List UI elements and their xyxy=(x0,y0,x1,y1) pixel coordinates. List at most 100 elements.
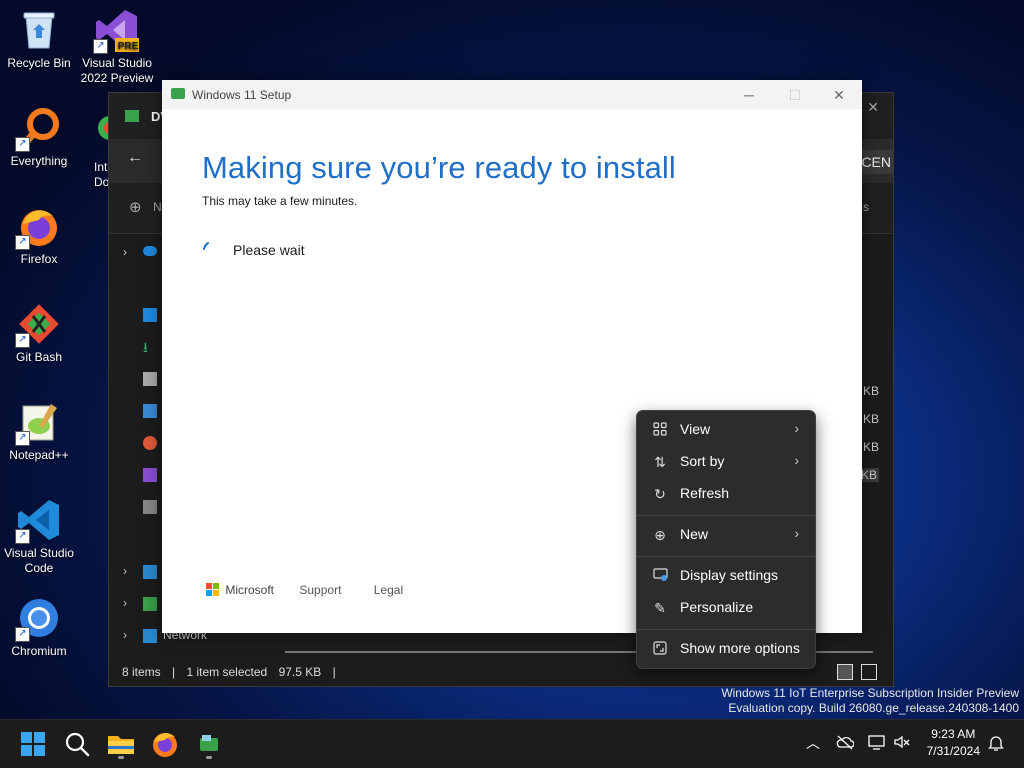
selection-count: 1 item selected xyxy=(186,665,268,679)
search-button[interactable] xyxy=(61,728,93,760)
desktop-icon-label: Chromium xyxy=(11,644,67,658)
taskbar-file-explorer[interactable] xyxy=(105,728,137,760)
sort-icon: ⇅ xyxy=(654,454,666,470)
menu-item-personalize[interactable]: ✎ Personalize xyxy=(641,593,811,623)
expand-chevron-icon[interactable]: › xyxy=(123,596,127,610)
desktop-icon-label: Recycle Bin xyxy=(7,56,71,70)
desktop-icon-recycle-bin[interactable]: Recycle Bin xyxy=(0,8,78,71)
close-icon[interactable]: ✕ xyxy=(867,99,879,116)
everything-icon: ↗ xyxy=(15,106,61,152)
chevron-right-icon: › xyxy=(794,452,799,468)
new-button-label[interactable]: N xyxy=(153,200,162,214)
expand-icon xyxy=(652,641,668,657)
expand-chevron-icon[interactable]: › xyxy=(123,628,127,642)
this-pc-icon[interactable] xyxy=(143,565,157,579)
taskbar-setup[interactable] xyxy=(193,728,225,760)
desktop-icon-chromium[interactable]: ↗ Chromium xyxy=(0,596,78,659)
network-icon[interactable] xyxy=(143,629,157,643)
videos-icon[interactable] xyxy=(143,468,157,482)
documents-icon[interactable] xyxy=(143,372,157,386)
tiles-view-icon[interactable] xyxy=(861,664,877,680)
taskbar-clock[interactable]: 9:23 AM 7/31/2024 xyxy=(927,726,980,760)
firefox-icon xyxy=(153,733,177,757)
maximize-icon[interactable]: ☐ xyxy=(780,84,810,106)
menu-item-display-settings[interactable]: Display settings xyxy=(641,561,811,591)
file-size: KB xyxy=(862,440,879,454)
menu-item-show-more-options[interactable]: Show more options xyxy=(641,634,811,664)
search-icon xyxy=(65,732,90,757)
dvd-drive-icon[interactable] xyxy=(143,597,157,611)
menu-separator xyxy=(637,629,815,630)
menu-item-label: Show more options xyxy=(680,640,800,656)
legal-link[interactable]: Legal xyxy=(374,583,403,597)
notification-bell-icon[interactable] xyxy=(988,734,1004,752)
setup-subtitle: This may take a few minutes. xyxy=(202,194,358,208)
start-icon xyxy=(21,732,45,756)
music-icon[interactable] xyxy=(143,436,157,450)
git-bash-icon: ↗ xyxy=(15,302,61,348)
notepadpp-icon: ↗ xyxy=(15,400,61,446)
file-size: KB xyxy=(862,384,879,398)
start-button[interactable] xyxy=(17,728,49,760)
shortcut-arrow-icon: ↗ xyxy=(93,39,108,54)
desktop-icon-label: Firefox xyxy=(20,252,58,266)
item-count: 8 items xyxy=(122,665,161,679)
support-link[interactable]: Support xyxy=(299,583,341,597)
taskbar-firefox[interactable] xyxy=(149,728,181,760)
shortcut-arrow-icon: ↗ xyxy=(15,235,30,250)
setup-window-title: Windows 11 Setup xyxy=(192,88,292,102)
plus-circle-icon: ⊕ xyxy=(654,527,666,543)
desktop-icon-firefox[interactable]: ↗ Firefox xyxy=(0,204,78,267)
menu-item-refresh[interactable]: ↻ Refresh xyxy=(641,479,811,509)
shortcut-arrow-icon: ↗ xyxy=(15,333,30,348)
setup-heading: Making sure you’re ready to install xyxy=(202,150,676,185)
menu-item-new[interactable]: ⊕ New › xyxy=(641,520,811,550)
menu-item-sort-by[interactable]: ⇅ Sort by › xyxy=(641,447,811,477)
recycle-bin-small-icon[interactable] xyxy=(143,500,157,514)
svg-text:PRE: PRE xyxy=(118,41,139,52)
menu-item-label: Personalize xyxy=(680,599,754,615)
volume-muted-icon[interactable] xyxy=(893,734,911,750)
new-plus-icon[interactable]: ⊕ xyxy=(129,198,142,216)
menu-item-label: Refresh xyxy=(680,485,730,501)
desktop-folder-icon[interactable] xyxy=(143,308,157,322)
desktop-icon-vscode[interactable]: ↗ Visual Studio Code xyxy=(0,498,78,576)
running-indicator xyxy=(118,756,124,759)
see-more-label[interactable]: s xyxy=(863,200,869,214)
desktop-context-menu: View › ⇅ Sort by › ↻ Refresh ⊕ New › Dis… xyxy=(636,410,816,669)
refresh-icon: ↻ xyxy=(654,486,666,502)
clock-date: 7/31/2024 xyxy=(926,744,980,758)
pictures-icon[interactable] xyxy=(143,404,157,418)
menu-item-label: New xyxy=(680,526,709,542)
back-arrow-icon[interactable]: ← xyxy=(127,149,143,167)
menu-item-view[interactable]: View › xyxy=(641,415,811,445)
chevron-up-icon[interactable]: ︿ xyxy=(806,733,820,753)
selection-size: 97.5 KB xyxy=(278,665,322,679)
minimize-icon[interactable]: ─ xyxy=(734,84,764,106)
setup-titlebar[interactable]: Windows 11 Setup ─ ☐ ✕ xyxy=(162,80,862,109)
desktop-icon-git-bash[interactable]: ↗ Git Bash xyxy=(0,302,78,365)
onedrive-cloud-icon[interactable] xyxy=(836,734,854,750)
microsoft-brand: Microsoft xyxy=(225,583,275,597)
network-icon[interactable] xyxy=(867,734,887,750)
setup-app-icon xyxy=(171,88,185,99)
clock-time: 9:23 AM xyxy=(931,727,976,741)
shortcut-arrow-icon: ↗ xyxy=(15,137,30,152)
close-icon[interactable]: ✕ xyxy=(824,84,854,106)
display-icon xyxy=(652,568,668,584)
shortcut-arrow-icon: ↗ xyxy=(15,431,30,446)
onedrive-icon[interactable] xyxy=(143,246,157,256)
downloads-icon[interactable]: ⭳ xyxy=(143,340,157,354)
desktop-icon-everything[interactable]: ↗ Everything xyxy=(0,106,78,169)
shortcut-arrow-icon: ↗ xyxy=(15,529,30,544)
taskbar: ︿ 9:23 AM 7/31/2024 xyxy=(0,719,1024,768)
expand-chevron-icon[interactable]: › xyxy=(123,245,127,259)
desktop-icon-notepadpp[interactable]: ↗ Notepad++ xyxy=(0,400,78,463)
details-view-icon[interactable] xyxy=(837,664,853,680)
desktop-icon-visual-studio[interactable]: PRE ↗ Visual Studio 2022 Preview xyxy=(78,8,156,86)
status-divider: | xyxy=(172,665,176,679)
expand-chevron-icon[interactable]: › xyxy=(123,564,127,578)
status-divider: | xyxy=(332,665,336,679)
setup-status-text: Please wait xyxy=(233,242,305,258)
visual-studio-icon: PRE ↗ xyxy=(93,8,141,54)
